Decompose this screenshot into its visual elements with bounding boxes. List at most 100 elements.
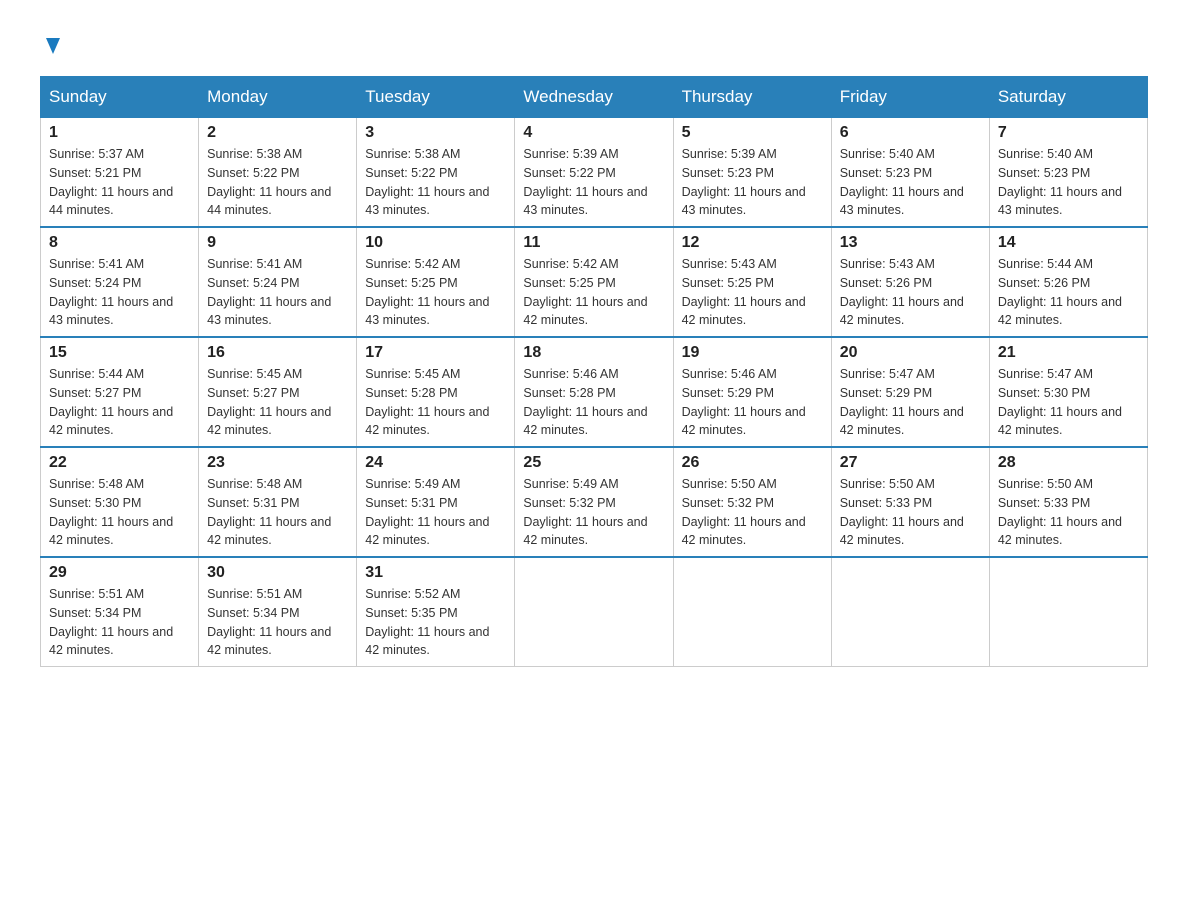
- calendar-day-cell: 26 Sunrise: 5:50 AMSunset: 5:32 PMDaylig…: [673, 447, 831, 557]
- calendar-day-cell: 3 Sunrise: 5:38 AMSunset: 5:22 PMDayligh…: [357, 118, 515, 228]
- day-info: Sunrise: 5:46 AMSunset: 5:28 PMDaylight:…: [523, 367, 647, 437]
- calendar-day-cell: 12 Sunrise: 5:43 AMSunset: 5:25 PMDaylig…: [673, 227, 831, 337]
- day-info: Sunrise: 5:41 AMSunset: 5:24 PMDaylight:…: [49, 257, 173, 327]
- day-info: Sunrise: 5:41 AMSunset: 5:24 PMDaylight:…: [207, 257, 331, 327]
- calendar-week-row: 29 Sunrise: 5:51 AMSunset: 5:34 PMDaylig…: [41, 557, 1148, 667]
- calendar-week-row: 22 Sunrise: 5:48 AMSunset: 5:30 PMDaylig…: [41, 447, 1148, 557]
- day-number: 25: [523, 454, 664, 472]
- day-info: Sunrise: 5:42 AMSunset: 5:25 PMDaylight:…: [523, 257, 647, 327]
- calendar-day-cell: 9 Sunrise: 5:41 AMSunset: 5:24 PMDayligh…: [199, 227, 357, 337]
- day-info: Sunrise: 5:50 AMSunset: 5:32 PMDaylight:…: [682, 477, 806, 547]
- day-number: 28: [998, 454, 1139, 472]
- calendar-week-row: 15 Sunrise: 5:44 AMSunset: 5:27 PMDaylig…: [41, 337, 1148, 447]
- day-number: 12: [682, 234, 823, 252]
- calendar-day-cell: 16 Sunrise: 5:45 AMSunset: 5:27 PMDaylig…: [199, 337, 357, 447]
- page-header: [40, 30, 1148, 56]
- day-number: 13: [840, 234, 981, 252]
- day-info: Sunrise: 5:43 AMSunset: 5:25 PMDaylight:…: [682, 257, 806, 327]
- day-number: 20: [840, 344, 981, 362]
- logo: [40, 30, 64, 56]
- day-info: Sunrise: 5:51 AMSunset: 5:34 PMDaylight:…: [49, 587, 173, 657]
- day-number: 16: [207, 344, 348, 362]
- day-number: 24: [365, 454, 506, 472]
- calendar-day-cell: 1 Sunrise: 5:37 AMSunset: 5:21 PMDayligh…: [41, 118, 199, 228]
- calendar-day-cell: 27 Sunrise: 5:50 AMSunset: 5:33 PMDaylig…: [831, 447, 989, 557]
- calendar-day-cell: 10 Sunrise: 5:42 AMSunset: 5:25 PMDaylig…: [357, 227, 515, 337]
- calendar-day-cell: 13 Sunrise: 5:43 AMSunset: 5:26 PMDaylig…: [831, 227, 989, 337]
- day-info: Sunrise: 5:39 AMSunset: 5:23 PMDaylight:…: [682, 147, 806, 217]
- day-info: Sunrise: 5:44 AMSunset: 5:26 PMDaylight:…: [998, 257, 1122, 327]
- day-number: 11: [523, 234, 664, 252]
- logo-triangle-icon: [42, 34, 64, 56]
- day-info: Sunrise: 5:43 AMSunset: 5:26 PMDaylight:…: [840, 257, 964, 327]
- calendar-day-cell: [989, 557, 1147, 667]
- day-number: 9: [207, 234, 348, 252]
- calendar-day-cell: 21 Sunrise: 5:47 AMSunset: 5:30 PMDaylig…: [989, 337, 1147, 447]
- day-info: Sunrise: 5:46 AMSunset: 5:29 PMDaylight:…: [682, 367, 806, 437]
- calendar-header-saturday: Saturday: [989, 77, 1147, 118]
- day-number: 7: [998, 124, 1139, 142]
- day-number: 1: [49, 124, 190, 142]
- calendar-day-cell: 5 Sunrise: 5:39 AMSunset: 5:23 PMDayligh…: [673, 118, 831, 228]
- calendar-day-cell: 6 Sunrise: 5:40 AMSunset: 5:23 PMDayligh…: [831, 118, 989, 228]
- day-number: 17: [365, 344, 506, 362]
- calendar-header-tuesday: Tuesday: [357, 77, 515, 118]
- day-number: 19: [682, 344, 823, 362]
- calendar-day-cell: 18 Sunrise: 5:46 AMSunset: 5:28 PMDaylig…: [515, 337, 673, 447]
- day-number: 2: [207, 124, 348, 142]
- day-info: Sunrise: 5:44 AMSunset: 5:27 PMDaylight:…: [49, 367, 173, 437]
- calendar-week-row: 1 Sunrise: 5:37 AMSunset: 5:21 PMDayligh…: [41, 118, 1148, 228]
- day-info: Sunrise: 5:48 AMSunset: 5:31 PMDaylight:…: [207, 477, 331, 547]
- day-info: Sunrise: 5:51 AMSunset: 5:34 PMDaylight:…: [207, 587, 331, 657]
- day-info: Sunrise: 5:39 AMSunset: 5:22 PMDaylight:…: [523, 147, 647, 217]
- day-number: 10: [365, 234, 506, 252]
- calendar-day-cell: 25 Sunrise: 5:49 AMSunset: 5:32 PMDaylig…: [515, 447, 673, 557]
- calendar-day-cell: 17 Sunrise: 5:45 AMSunset: 5:28 PMDaylig…: [357, 337, 515, 447]
- calendar-day-cell: 7 Sunrise: 5:40 AMSunset: 5:23 PMDayligh…: [989, 118, 1147, 228]
- calendar-day-cell: 22 Sunrise: 5:48 AMSunset: 5:30 PMDaylig…: [41, 447, 199, 557]
- day-number: 4: [523, 124, 664, 142]
- day-info: Sunrise: 5:42 AMSunset: 5:25 PMDaylight:…: [365, 257, 489, 327]
- day-info: Sunrise: 5:38 AMSunset: 5:22 PMDaylight:…: [207, 147, 331, 217]
- calendar-header-row: SundayMondayTuesdayWednesdayThursdayFrid…: [41, 77, 1148, 118]
- calendar-day-cell: 29 Sunrise: 5:51 AMSunset: 5:34 PMDaylig…: [41, 557, 199, 667]
- day-info: Sunrise: 5:52 AMSunset: 5:35 PMDaylight:…: [365, 587, 489, 657]
- day-number: 22: [49, 454, 190, 472]
- calendar-day-cell: 2 Sunrise: 5:38 AMSunset: 5:22 PMDayligh…: [199, 118, 357, 228]
- calendar-day-cell: 19 Sunrise: 5:46 AMSunset: 5:29 PMDaylig…: [673, 337, 831, 447]
- calendar-day-cell: 28 Sunrise: 5:50 AMSunset: 5:33 PMDaylig…: [989, 447, 1147, 557]
- day-info: Sunrise: 5:37 AMSunset: 5:21 PMDaylight:…: [49, 147, 173, 217]
- day-number: 5: [682, 124, 823, 142]
- day-info: Sunrise: 5:40 AMSunset: 5:23 PMDaylight:…: [998, 147, 1122, 217]
- day-info: Sunrise: 5:50 AMSunset: 5:33 PMDaylight:…: [840, 477, 964, 547]
- day-info: Sunrise: 5:38 AMSunset: 5:22 PMDaylight:…: [365, 147, 489, 217]
- day-number: 26: [682, 454, 823, 472]
- calendar-header-monday: Monday: [199, 77, 357, 118]
- day-info: Sunrise: 5:45 AMSunset: 5:28 PMDaylight:…: [365, 367, 489, 437]
- day-number: 8: [49, 234, 190, 252]
- day-number: 29: [49, 564, 190, 582]
- day-info: Sunrise: 5:45 AMSunset: 5:27 PMDaylight:…: [207, 367, 331, 437]
- day-number: 27: [840, 454, 981, 472]
- day-number: 6: [840, 124, 981, 142]
- calendar-day-cell: [831, 557, 989, 667]
- calendar-day-cell: [673, 557, 831, 667]
- day-number: 15: [49, 344, 190, 362]
- day-info: Sunrise: 5:49 AMSunset: 5:32 PMDaylight:…: [523, 477, 647, 547]
- calendar-day-cell: [515, 557, 673, 667]
- calendar-day-cell: 8 Sunrise: 5:41 AMSunset: 5:24 PMDayligh…: [41, 227, 199, 337]
- day-number: 18: [523, 344, 664, 362]
- day-number: 3: [365, 124, 506, 142]
- day-number: 30: [207, 564, 348, 582]
- calendar-day-cell: 31 Sunrise: 5:52 AMSunset: 5:35 PMDaylig…: [357, 557, 515, 667]
- day-info: Sunrise: 5:47 AMSunset: 5:30 PMDaylight:…: [998, 367, 1122, 437]
- calendar-week-row: 8 Sunrise: 5:41 AMSunset: 5:24 PMDayligh…: [41, 227, 1148, 337]
- calendar-header-friday: Friday: [831, 77, 989, 118]
- day-info: Sunrise: 5:49 AMSunset: 5:31 PMDaylight:…: [365, 477, 489, 547]
- day-info: Sunrise: 5:40 AMSunset: 5:23 PMDaylight:…: [840, 147, 964, 217]
- day-number: 31: [365, 564, 506, 582]
- day-info: Sunrise: 5:48 AMSunset: 5:30 PMDaylight:…: [49, 477, 173, 547]
- calendar-header-wednesday: Wednesday: [515, 77, 673, 118]
- day-number: 14: [998, 234, 1139, 252]
- calendar-day-cell: 24 Sunrise: 5:49 AMSunset: 5:31 PMDaylig…: [357, 447, 515, 557]
